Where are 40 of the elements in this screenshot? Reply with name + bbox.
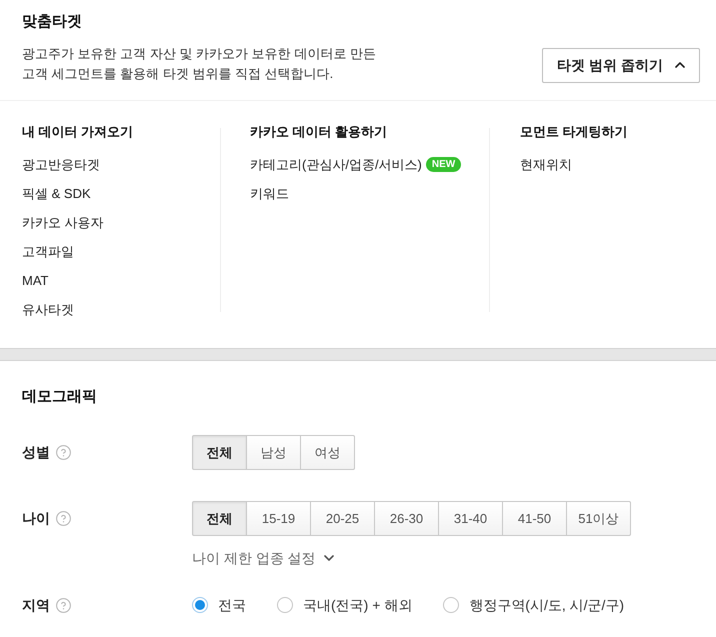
field-label: 나이: [22, 509, 50, 528]
description-text: 광고주가 보유한 고객 자산 및 카카오가 보유한 데이터로 만든 고객 세그먼트를 활용해 타겟 범위를 직접 선택합니다.: [22, 45, 376, 83]
segment-button[interactable]: 41-50: [502, 501, 567, 536]
target-option[interactable]: 광고반응타겟: [22, 154, 100, 174]
help-icon[interactable]: [56, 511, 71, 526]
segment-button[interactable]: 26-30: [374, 501, 439, 536]
target-option[interactable]: 픽셀 & SDK: [22, 184, 91, 204]
segment-button[interactable]: 51이상: [566, 501, 631, 536]
radio-button[interactable]: [277, 597, 293, 613]
segment-button[interactable]: 20-25: [310, 501, 375, 536]
segment-button[interactable]: 15-19: [246, 501, 311, 536]
target-option[interactable]: MAT: [22, 270, 48, 290]
radio-label[interactable]: 전국: [218, 594, 246, 616]
radio-button[interactable]: [443, 597, 460, 613]
target-option[interactable]: 고객파일: [22, 242, 74, 262]
field-label: 성별: [22, 443, 50, 462]
column-heading: 모먼트 타게팅하기: [520, 123, 628, 141]
radio-label[interactable]: 행정구역(시/도, 시/군/구): [469, 594, 624, 616]
target-option[interactable]: 카테고리(관심사/업종/서비스): [250, 154, 422, 174]
column-heading: 내 데이터 가져오기: [22, 123, 134, 141]
new-badge: NEW: [426, 157, 462, 172]
target-option[interactable]: 유사타겟: [22, 300, 74, 320]
section-title: 데모그래픽: [22, 387, 97, 407]
collapse-button[interactable]: 타겟 범위 좁히기: [542, 48, 700, 82]
help-icon[interactable]: [56, 445, 71, 460]
segment-button[interactable]: 여성: [300, 435, 355, 470]
target-option[interactable]: 키워드: [250, 184, 289, 204]
field-label: 지역: [22, 596, 50, 614]
radio-button[interactable]: [192, 597, 208, 613]
segment-button[interactable]: 전체: [192, 501, 247, 536]
target-option[interactable]: 현재위치: [520, 154, 572, 174]
age-restriction-link[interactable]: 나이 제한 업종 설정: [192, 548, 334, 568]
section-title: 맞춤타겟: [22, 12, 82, 32]
column-heading: 카카오 데이터 활용하기: [250, 123, 388, 141]
help-icon[interactable]: [56, 598, 71, 612]
segment-button[interactable]: 31-40: [438, 501, 503, 536]
radio-label[interactable]: 국내(전국) + 해외: [303, 594, 412, 616]
segment-button[interactable]: 남성: [246, 435, 301, 470]
segment-button[interactable]: 전체: [192, 435, 247, 470]
target-option[interactable]: 카카오 사용자: [22, 212, 104, 232]
